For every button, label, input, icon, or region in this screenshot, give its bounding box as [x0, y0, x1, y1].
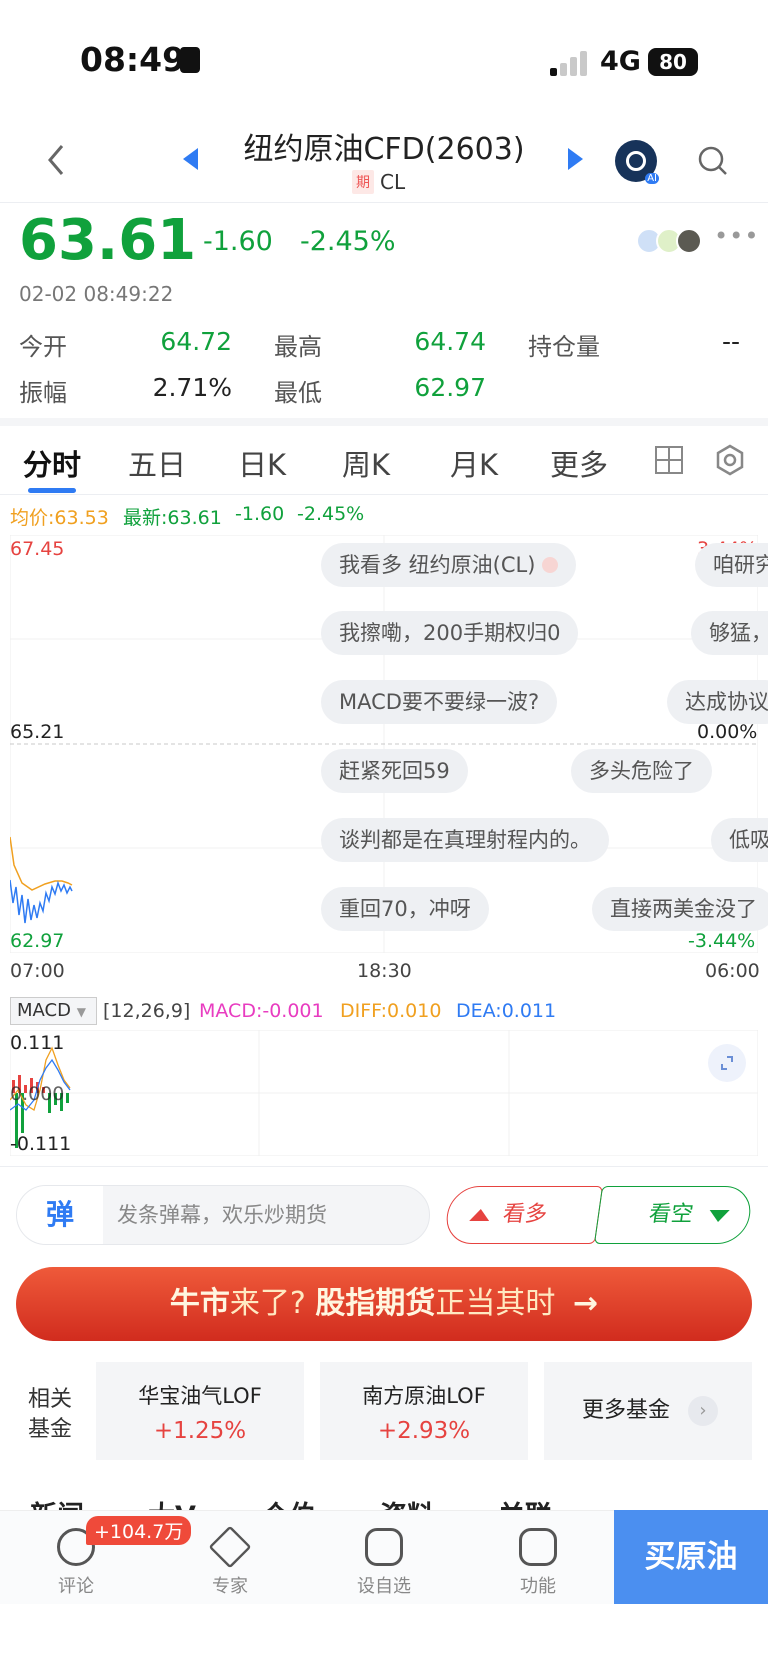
dea-value: DEA:0.011 [456, 1000, 557, 1022]
lock-icon [180, 47, 200, 73]
prev-instrument-button[interactable] [183, 148, 198, 170]
macd-params: [12,26,9] [103, 1000, 191, 1022]
macd-tick-low: -0.111 [10, 1133, 72, 1155]
danmaku-item[interactable]: 多头危险了 [571, 749, 712, 793]
stat-value-high: 64.74 [414, 327, 486, 356]
chart-change-label: -1.60 [235, 503, 285, 525]
chart-pct-label: -2.45% [297, 503, 365, 525]
active-tab-indicator [28, 488, 76, 493]
ai-assistant-button[interactable]: AI [615, 140, 659, 184]
stat-label-open: 今开 [19, 333, 67, 361]
settings-icon[interactable] [714, 444, 746, 476]
stat-value-amplitude: 2.71% [152, 373, 232, 402]
x-tick-end: 06:00 [705, 960, 760, 982]
stat-value-oi: -- [721, 327, 740, 356]
chevron-right-icon: › [688, 1396, 718, 1426]
stat-label-amplitude: 振幅 [19, 379, 67, 407]
danmaku-item[interactable]: 重回70，冲呀 [321, 887, 489, 931]
tabs-divider [0, 494, 768, 495]
danmaku-layer: 我看多 纽约原油(CL) 咱研究 我擦嘞，200手期权归0 够猛， MACD要不… [0, 535, 768, 955]
danmaku-item[interactable]: MACD要不要绿一波? [321, 680, 558, 724]
diff-value: DIFF:0.010 [340, 1000, 442, 1022]
danmaku-placeholder: 发条弹幕，欢乐炒期货 [117, 1203, 327, 1227]
nav-watchlist[interactable]: 设自选 [339, 1528, 429, 1598]
more-menu-button[interactable]: ••• [714, 222, 759, 250]
comment-count-badge: +104.7万 [86, 1516, 192, 1545]
macd-tick-mid: 0.000 [10, 1083, 65, 1105]
diamond-icon [208, 1525, 252, 1569]
x-tick-start: 07:00 [10, 960, 65, 982]
avg-price-label: 均价:63.53 [10, 507, 109, 529]
stat-label-low: 最低 [274, 379, 322, 407]
latest-price-label: 最新:63.61 [123, 507, 222, 529]
danmaku-item[interactable]: 直接两美金没了 [592, 887, 768, 931]
tab-intraday[interactable]: 分时 [23, 442, 81, 484]
danmaku-input[interactable]: 弹 发条弹幕，欢乐炒期货 [16, 1185, 430, 1245]
expand-icon[interactable] [708, 1044, 746, 1082]
macd-value: MACD:-0.001 [199, 1000, 324, 1022]
tab-five-day[interactable]: 五日 [128, 442, 186, 484]
buy-button[interactable]: 买原油 [614, 1510, 768, 1604]
nav-expert[interactable]: 专家 [185, 1525, 275, 1598]
section-separator [0, 418, 768, 426]
instrument-title: 纽约原油CFD(2603) [243, 132, 525, 167]
stat-label-high: 最高 [274, 333, 322, 361]
tab-more[interactable]: 更多 [550, 442, 608, 484]
fund-card[interactable]: 华宝油气LOF +1.25% [96, 1362, 304, 1460]
danmaku-item[interactable]: 赶紧死回59 [321, 749, 468, 793]
ai-badge: AI [645, 173, 659, 184]
quote-timestamp: 02-02 08:49:22 [19, 282, 174, 306]
futures-tag: 期 [352, 170, 374, 194]
macd-chart[interactable] [10, 1030, 758, 1156]
viewer-avatars[interactable] [636, 228, 706, 254]
price-change-pct: -2.45% [300, 226, 396, 257]
danmaku-item[interactable]: 我看多 纽约原油(CL) [321, 543, 577, 587]
promo-banner[interactable]: 牛市来了? 股指期货正当其时 → [16, 1267, 752, 1341]
tab-weekly-k[interactable]: 周K [342, 442, 390, 484]
related-funds-label: 相关基金 [28, 1387, 73, 1442]
danmaku-item[interactable]: 够猛， [691, 611, 768, 655]
macd-tick-high: 0.111 [10, 1032, 65, 1054]
fund-card[interactable]: 南方原油LOF +2.93% [320, 1362, 528, 1460]
bearish-button[interactable]: 看空 [593, 1186, 755, 1244]
nav-functions[interactable]: 功能 [493, 1528, 583, 1598]
bullish-button[interactable]: 看多 [442, 1186, 604, 1244]
more-funds-button[interactable]: 更多基金 › [544, 1362, 752, 1460]
danmaku-item[interactable]: 达成协议 [667, 680, 768, 724]
instrument-code: 期 CL [352, 170, 405, 194]
signal-icon [550, 50, 590, 76]
header-divider [0, 202, 768, 203]
danmaku-item[interactable]: 咱研究 [695, 543, 768, 587]
indicator-select[interactable]: MACD ▼ [10, 997, 97, 1025]
arrow-right-icon: → [572, 1286, 599, 1321]
danmaku-icon: 弹 [17, 1186, 103, 1244]
search-icon[interactable] [697, 145, 729, 177]
stat-value-low: 62.97 [414, 373, 486, 402]
code-label: CL [380, 170, 406, 194]
tab-monthly-k[interactable]: 月K [450, 442, 498, 484]
network-label: 4G [600, 46, 641, 77]
danmaku-item[interactable]: 谈判都是在真理射程内的。 [321, 818, 609, 862]
tab-daily-k[interactable]: 日K [238, 442, 286, 484]
x-tick-mid: 18:30 [357, 960, 412, 982]
back-button[interactable] [40, 140, 74, 180]
stat-value-open: 64.72 [160, 327, 232, 356]
bull-arrow-icon [469, 1209, 491, 1221]
menu-icon [519, 1528, 557, 1566]
stat-label-oi: 持仓量 [528, 333, 600, 361]
danmaku-item[interactable]: 低吸 [711, 818, 768, 862]
price-change: -1.60 [203, 226, 273, 257]
last-price: 63.61 [19, 208, 197, 273]
status-time: 08:49 [80, 40, 186, 79]
battery-icon: 80 [648, 48, 698, 76]
add-watchlist-icon [365, 1528, 403, 1566]
macd-divider [0, 1166, 768, 1167]
next-instrument-button[interactable] [568, 148, 583, 170]
bear-arrow-icon [708, 1210, 730, 1222]
layout-grid-icon[interactable] [655, 446, 683, 474]
danmaku-item[interactable]: 我擦嘞，200手期权归0 [321, 611, 579, 655]
